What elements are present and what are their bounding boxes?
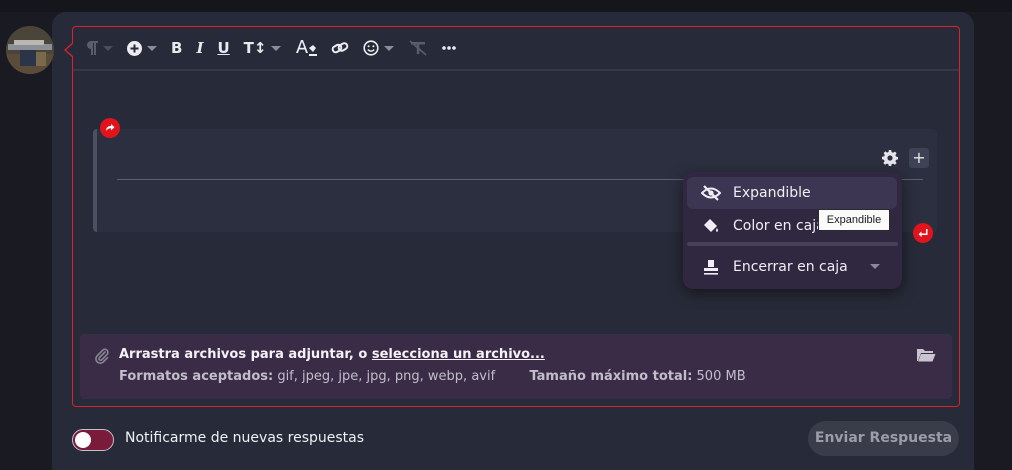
insert-button[interactable] xyxy=(127,33,157,63)
paint-bucket-icon xyxy=(701,217,721,235)
chevron-down-icon xyxy=(103,45,113,51)
menu-divider xyxy=(687,242,898,246)
link-button[interactable] xyxy=(331,33,349,63)
max-size-label: Tamaño máximo total: xyxy=(529,369,693,384)
toggle-knob xyxy=(75,432,91,448)
forward-marker[interactable] xyxy=(100,118,120,138)
underline-button[interactable]: U xyxy=(217,33,229,63)
paperclip-icon xyxy=(95,348,109,364)
gear-icon[interactable] xyxy=(882,150,898,166)
right-gutter xyxy=(974,12,1012,470)
tooltip: Expandible xyxy=(818,209,890,231)
chevron-down-icon xyxy=(147,45,157,51)
formats-value: gif, jpeg, jpe, jpg, png, webp, avif xyxy=(273,369,496,384)
more-icon xyxy=(442,46,457,50)
drag-text: Arrastra archivos para adjuntar, o xyxy=(119,347,372,362)
menu-item-expandible[interactable]: Expandible xyxy=(687,177,897,209)
text-color-icon xyxy=(296,40,318,56)
text-size-button[interactable]: T↕ xyxy=(244,33,282,63)
underline-icon: U xyxy=(217,39,230,57)
avatar[interactable] xyxy=(6,26,54,74)
menu-item-label: Encerrar en caja xyxy=(733,259,848,275)
return-arrow-icon xyxy=(918,229,928,237)
eye-slash-icon xyxy=(701,184,721,202)
menu-item-label: Color en caja xyxy=(733,218,825,234)
paragraph-button[interactable] xyxy=(87,33,113,63)
editor-toolbar: B I U T↕ xyxy=(73,27,959,71)
italic-icon: I xyxy=(196,39,204,57)
formats-label: Formatos aceptados: xyxy=(119,369,274,384)
clear-format-icon xyxy=(409,40,428,56)
chevron-down-icon xyxy=(271,45,282,51)
select-file-link[interactable]: selecciona un archivo... xyxy=(372,347,545,362)
bold-icon: B xyxy=(171,39,183,57)
notify-toggle[interactable] xyxy=(72,429,114,451)
notify-label: Notificarme de nuevas respuestas xyxy=(125,430,365,446)
more-button[interactable] xyxy=(442,33,457,63)
add-button[interactable]: + xyxy=(909,148,929,168)
menu-item-encerrar-en-caja[interactable]: Encerrar en caja xyxy=(687,251,897,283)
redo-arrow-icon xyxy=(106,124,115,131)
link-icon xyxy=(332,42,349,54)
send-reply-button[interactable]: Enviar Respuesta xyxy=(808,421,959,456)
insert-icon xyxy=(127,40,142,56)
menu-item-label: Expandible xyxy=(733,185,811,201)
text-size-icon: T↕ xyxy=(243,39,267,57)
clear-format-button[interactable] xyxy=(408,33,428,63)
max-size-value: 500 MB xyxy=(692,369,746,384)
paragraph-icon xyxy=(87,41,98,55)
return-marker[interactable] xyxy=(913,223,933,243)
dropzone-instructions: Arrastra archivos para adjuntar, o selec… xyxy=(119,347,545,362)
editor-notch-inner xyxy=(66,43,74,57)
attachment-dropzone[interactable]: Arrastra archivos para adjuntar, o selec… xyxy=(80,334,952,399)
top-bar xyxy=(0,0,1012,12)
dropzone-limits: Formatos aceptados: gif, jpeg, jpe, jpg,… xyxy=(119,369,746,384)
stamp-icon xyxy=(701,258,721,276)
emoji-icon xyxy=(363,40,380,56)
italic-button[interactable]: I xyxy=(196,33,203,63)
folder-open-icon[interactable] xyxy=(916,347,936,363)
emoji-button[interactable] xyxy=(363,33,395,63)
chevron-down-icon xyxy=(384,45,395,51)
text-color-button[interactable] xyxy=(295,33,318,63)
bold-button[interactable]: B xyxy=(171,33,182,63)
chevron-down-icon[interactable] xyxy=(870,264,880,269)
